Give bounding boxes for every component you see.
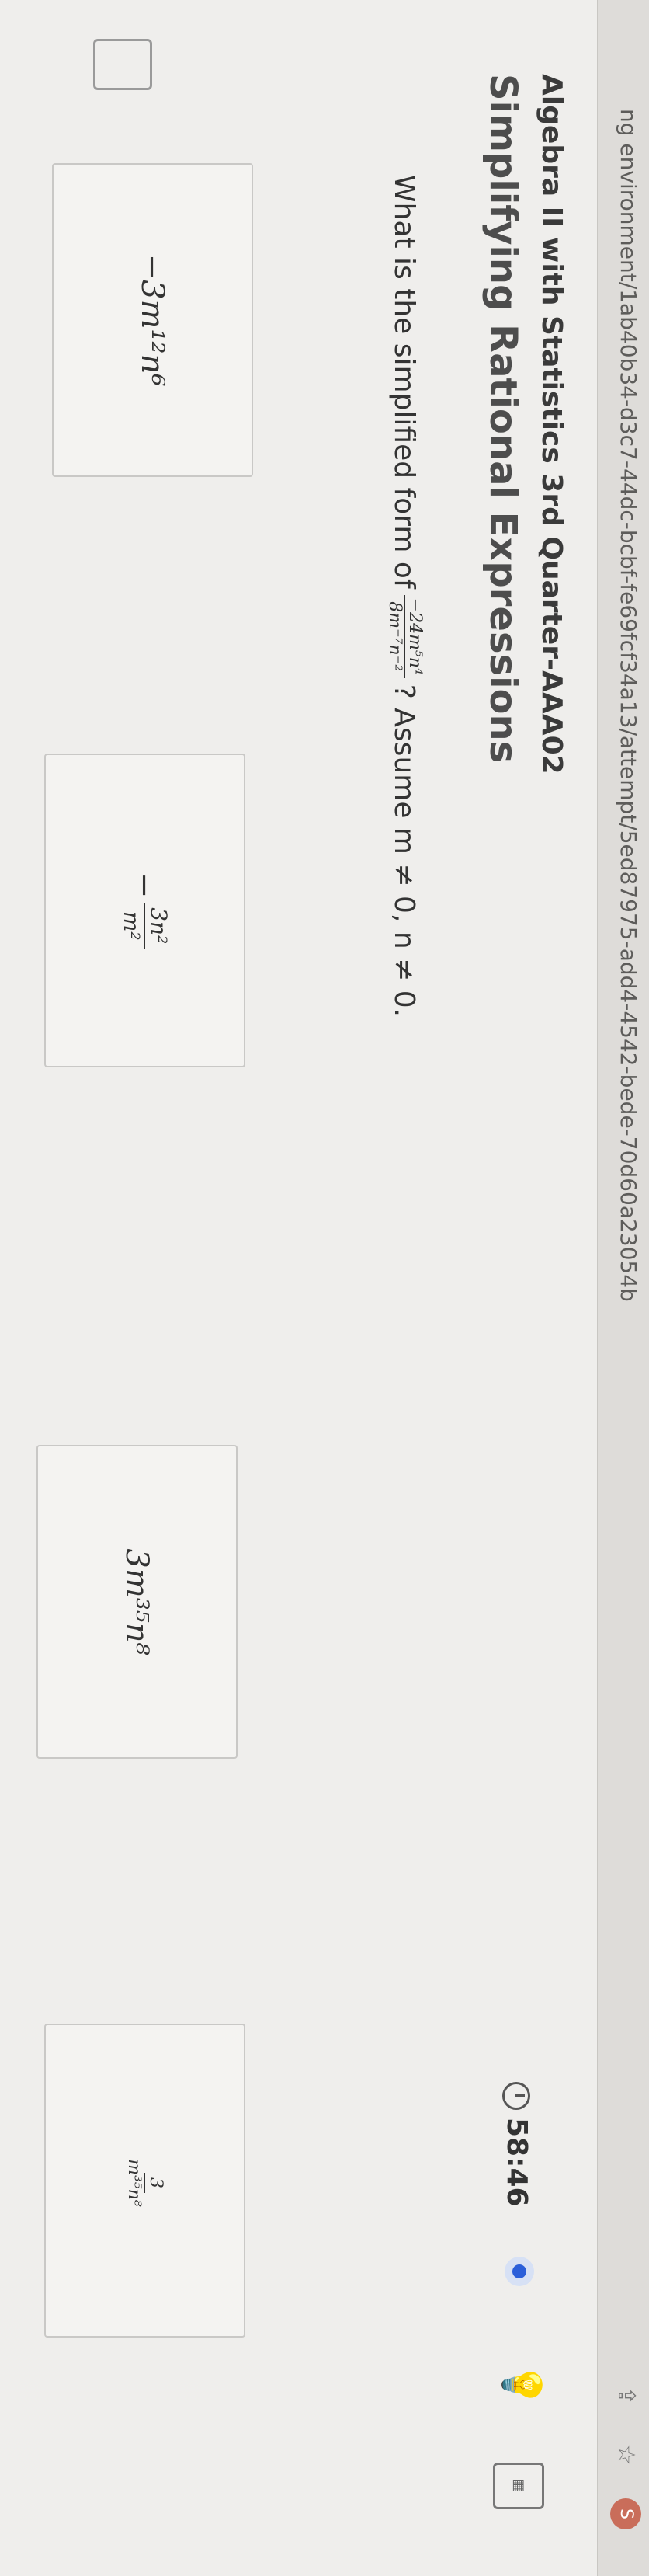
answer-option-d[interactable]: 3 m³⁵n⁸: [44, 2024, 245, 2338]
option-d-numerator: 3: [144, 2173, 165, 2193]
browser-toolbar: ⇪ ☆ S: [610, 2380, 641, 2529]
answer-option-b[interactable]: − 3n² m²: [44, 754, 245, 1067]
question-denominator: 8m⁻⁷n⁻²: [384, 601, 404, 672]
option-b-expression: − 3n² m²: [119, 872, 172, 949]
url-text[interactable]: ng environment/1ab40b34-d3c7-44dc-bcbf-f…: [616, 109, 641, 1302]
option-b-fraction: 3n² m²: [119, 903, 172, 949]
progress-indicator[interactable]: [512, 2264, 526, 2278]
screen: ng environment/1ab40b34-d3c7-44dc-bcbf-f…: [0, 0, 649, 2576]
question-numerator: −24m⁵n⁴: [403, 594, 425, 678]
option-a-expression: −3m¹²n⁶: [134, 253, 171, 387]
bookmark-star-icon[interactable]: ☆: [610, 2439, 641, 2470]
lesson-title: Simplifying Rational Expressions: [481, 74, 525, 764]
question-fraction: −24m⁵n⁴ 8m⁻⁷n⁻²: [384, 594, 425, 678]
option-d-fraction: 3 m³⁵n⁸: [124, 2159, 165, 2207]
answer-option-c[interactable]: 3m³⁵n⁸: [36, 1445, 238, 1759]
option-d-denominator: m³⁵n⁸: [124, 2159, 144, 2207]
answer-option-a[interactable]: −3m¹²n⁶: [52, 163, 253, 477]
sidebar-toggle-icon[interactable]: [93, 39, 152, 90]
option-b-sign: −: [127, 872, 163, 899]
question-prefix: What is the simplified form of: [388, 175, 421, 589]
timer-value: 58:46: [501, 2118, 533, 2207]
profile-avatar[interactable]: S: [610, 2498, 641, 2529]
question-suffix: ? Assume m ≠ 0, n ≠ 0.: [388, 684, 421, 1018]
option-c-expression: 3m³⁵n⁸: [119, 1548, 155, 1655]
course-title: Algebra II with Statistics 3rd Quarter-A…: [536, 74, 567, 775]
option-d-expression: 3 m³⁵n⁸: [124, 2154, 165, 2207]
lightbulb-icon[interactable]: 💡: [499, 2362, 544, 2408]
clock-icon: [502, 2082, 531, 2110]
timer: 58:46: [501, 2082, 533, 2207]
question-prompt: What is the simplified form of −24m⁵n⁴ 8…: [384, 175, 425, 1018]
option-b-numerator: 3n²: [144, 903, 172, 949]
option-b-denominator: m²: [119, 910, 145, 941]
browser-address-bar[interactable]: ng environment/1ab40b34-d3c7-44dc-bcbf-f…: [597, 0, 649, 2576]
share-icon[interactable]: ⇪: [610, 2380, 641, 2411]
calculator-icon[interactable]: ▦: [493, 2463, 544, 2509]
